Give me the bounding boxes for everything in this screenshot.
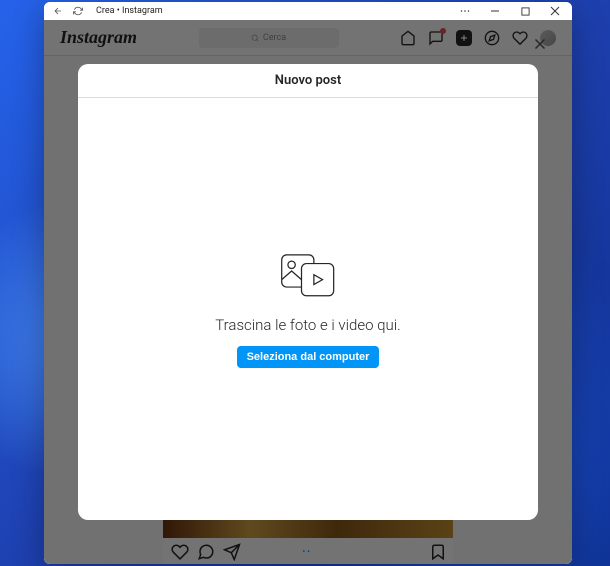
app-window: Crea • Instagram Instagram Cerca bbox=[44, 2, 572, 564]
window-title: Crea • Instagram bbox=[96, 6, 163, 16]
new-post-modal: Nuovo post Trascina le foto e i video qu… bbox=[78, 64, 538, 520]
close-modal-button[interactable] bbox=[528, 32, 552, 56]
refresh-button[interactable] bbox=[72, 5, 84, 17]
more-button[interactable] bbox=[450, 2, 480, 20]
select-from-computer-button[interactable]: Seleziona dal computer bbox=[237, 346, 380, 368]
minimize-button[interactable] bbox=[480, 2, 510, 20]
modal-body[interactable]: Trascina le foto e i video qui. Selezion… bbox=[78, 98, 538, 520]
drag-instruction-text: Trascina le foto e i video qui. bbox=[215, 316, 401, 334]
media-upload-icon bbox=[278, 250, 338, 304]
window-title-bar: Crea • Instagram bbox=[44, 2, 572, 20]
modal-header: Nuovo post bbox=[78, 64, 538, 98]
back-button[interactable] bbox=[52, 5, 64, 17]
modal-title: Nuovo post bbox=[275, 73, 341, 88]
close-window-button[interactable] bbox=[540, 2, 570, 20]
maximize-button[interactable] bbox=[510, 2, 540, 20]
modal-overlay[interactable]: Nuovo post Trascina le foto e i video qu… bbox=[44, 20, 572, 564]
app-content: Instagram Cerca bbox=[44, 20, 572, 564]
close-icon bbox=[531, 35, 549, 53]
